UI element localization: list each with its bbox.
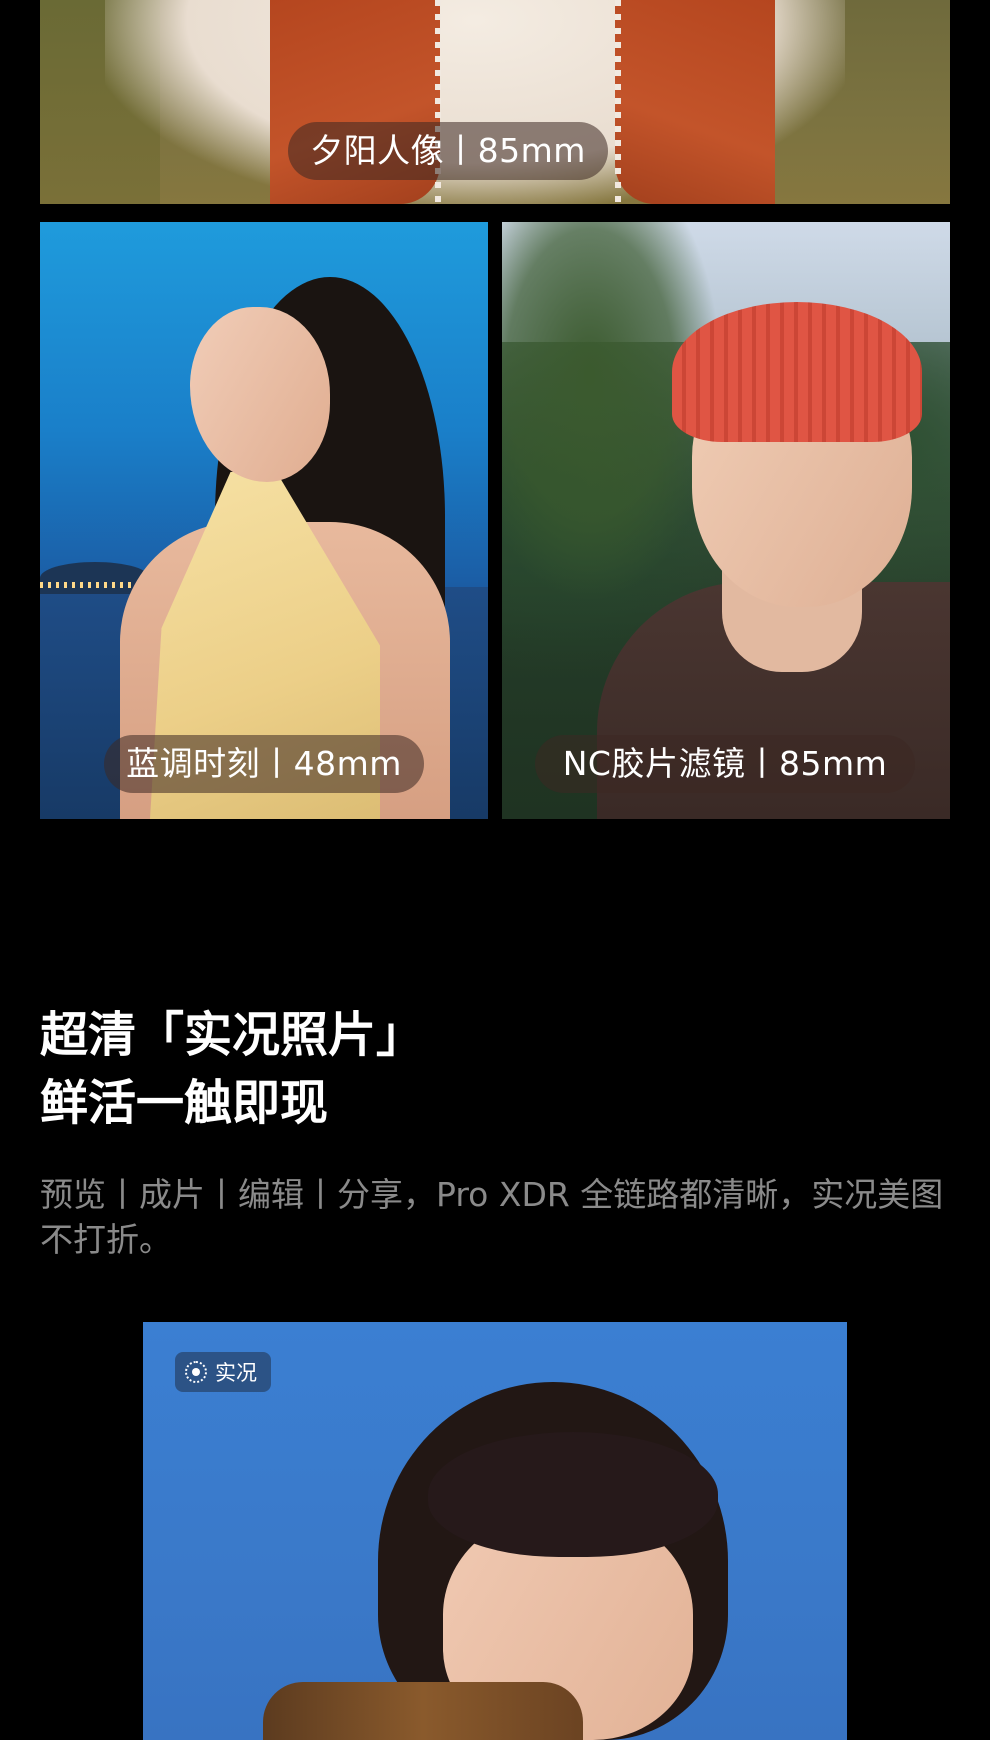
live-photo-badge[interactable]: 实况 [175,1352,271,1392]
section-title: 超清「实况照片」 鲜活一触即现 [40,1002,424,1138]
live-photo-icon [185,1361,207,1383]
section-description: 预览丨成片丨编辑丨分享，Pro XDR 全链路都清晰，实况美图不打折。 [40,1175,944,1259]
photo-vest-stitch [615,0,621,204]
photo-subject-beanie [672,302,922,442]
photo-subject-bangs [428,1432,718,1557]
nc-film-photo-caption: NC胶片滤镜丨85mm [535,735,915,793]
section-title-line2: 鲜活一触即现 [40,1077,329,1130]
blue-hour-photo-caption: 蓝调时刻丨48mm [104,735,424,793]
section-title-line1: 超清「实况照片」 [40,1009,425,1062]
live-photo-badge-label: 实况 [215,1361,257,1385]
photo-subject-face [190,307,330,482]
blue-hour-portrait-photo [40,222,488,819]
photo-subject-vest-right [615,0,775,204]
sunset-photo-caption: 夕阳人像丨85mm [288,122,608,180]
photo-subject-scarf [263,1682,583,1740]
nc-film-portrait-photo [502,222,950,819]
